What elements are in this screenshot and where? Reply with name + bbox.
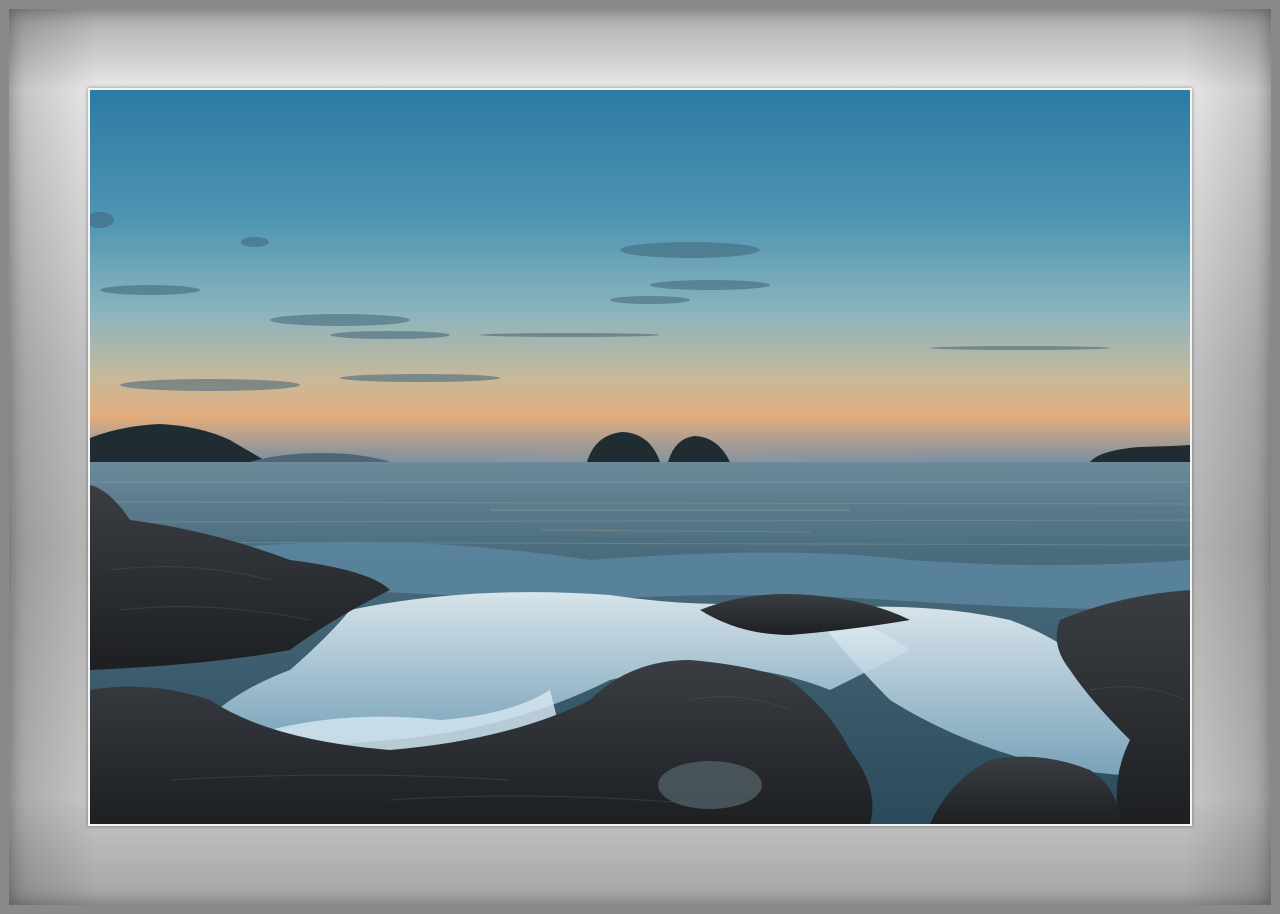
picture-frame [0,0,1280,914]
photo-border [88,88,1192,826]
tide-pool [658,761,762,809]
seascape-photo [90,90,1190,824]
